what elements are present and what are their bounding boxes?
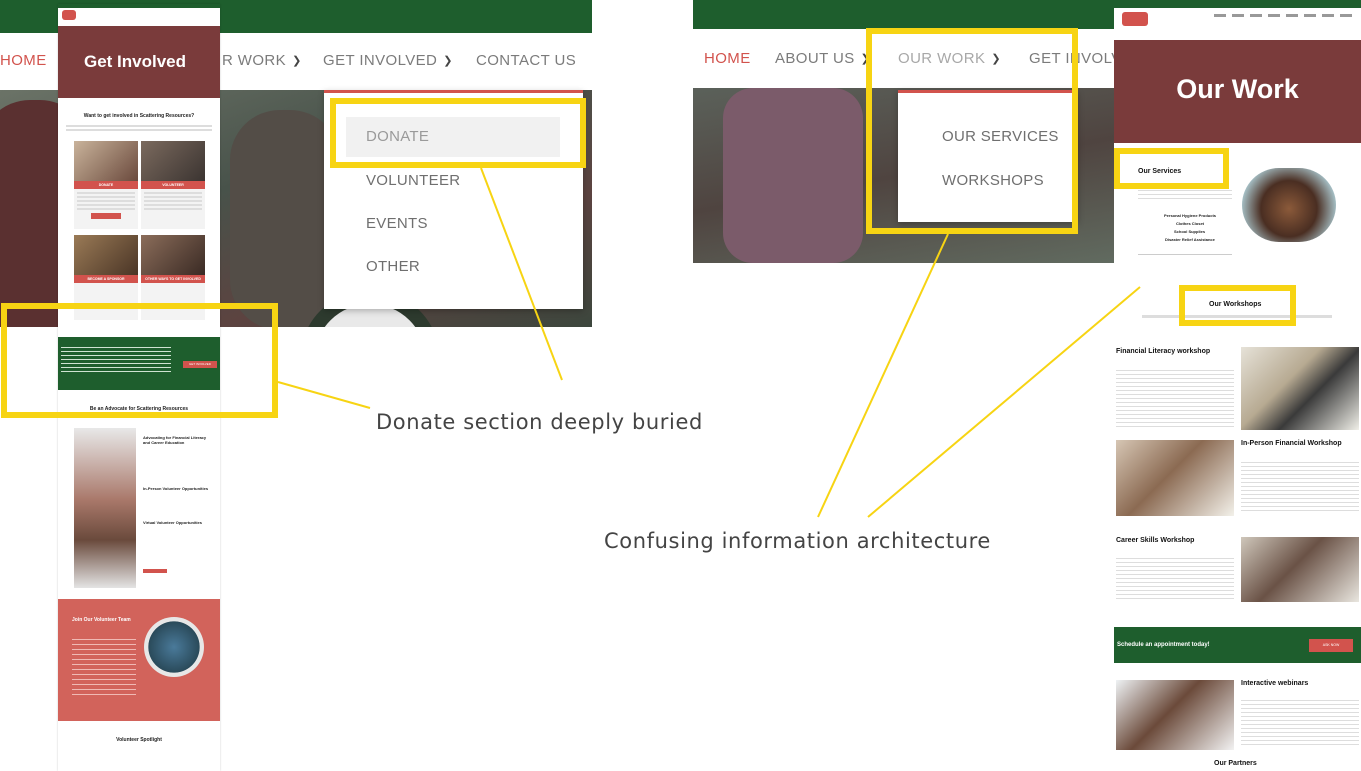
our-work-dropdown-highlight-box (866, 28, 1078, 234)
dropdown-callout-line (817, 233, 949, 518)
ia-caption: Confusing information architecture (604, 529, 991, 553)
banner-callout-line (277, 381, 371, 409)
donate-callout-line (480, 167, 563, 381)
our-workshops-highlight-box (1179, 285, 1296, 326)
our-services-highlight-box (1114, 148, 1229, 189)
green-banner-highlight-box (1, 303, 278, 418)
donate-caption: Donate section deeply buried (376, 410, 703, 434)
donate-highlight-box (330, 98, 586, 168)
